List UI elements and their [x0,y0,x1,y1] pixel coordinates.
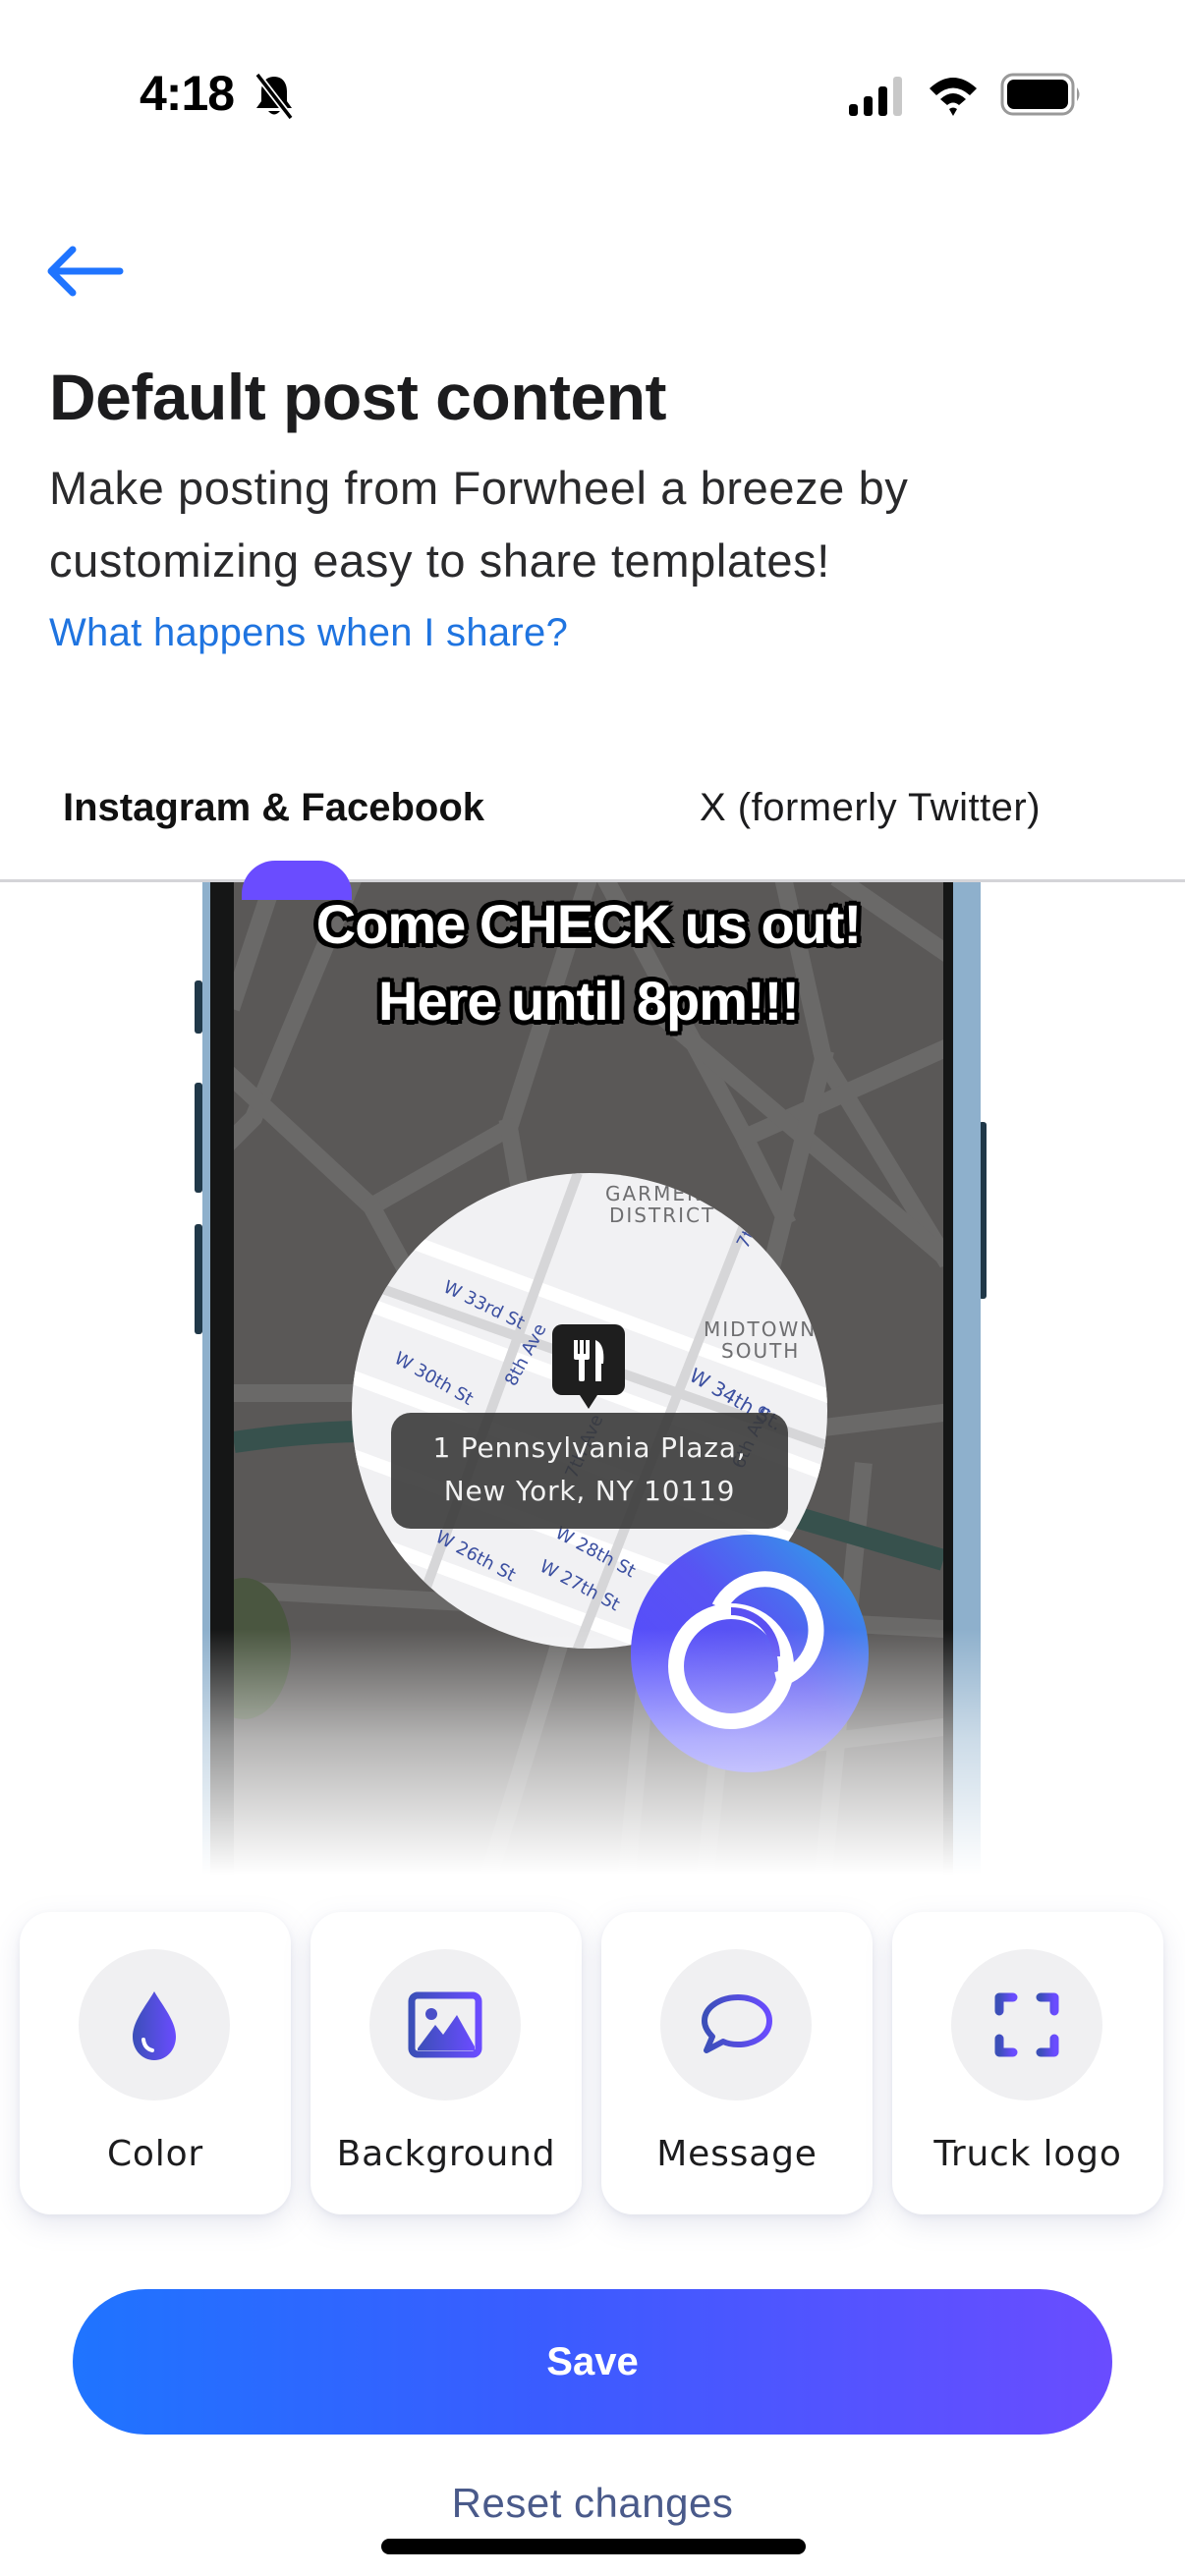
tab-x-twitter[interactable]: X (formerly Twitter) [700,786,1041,830]
home-indicator [381,2539,806,2554]
signal-icon [849,77,902,116]
phone-side-button [195,1083,202,1193]
status-bar: 4:18 [0,0,1185,196]
option-label: Background [336,2134,556,2174]
address-line1: 1 Pennsylvania Plaza, [432,1431,747,1464]
bell-slash-icon [254,73,294,120]
option-message[interactable]: Message [601,1912,873,2214]
reset-changes-button[interactable]: Reset changes [0,2480,1185,2527]
option-color[interactable]: Color [20,1912,291,2214]
page-title: Default post content [49,361,667,433]
district-label: MIDTOWN [704,1317,817,1341]
frame-corners-icon [994,1992,1059,2057]
page-subtitle: Make posting from Forwheel a breeze by c… [49,462,909,587]
option-label: Color [107,2134,203,2174]
option-truck-logo[interactable]: Truck logo [892,1912,1163,2214]
district-label: DISTRICT [609,1204,715,1227]
customize-options: Color Background Message Truck logo [20,1912,1165,2214]
post-message-line2[interactable]: Here until 8pm!!! [234,969,943,1033]
preview-fade [193,1629,987,1875]
option-icon-bg [660,1949,812,2100]
status-time: 4:18 [140,66,235,121]
tab-instagram-facebook[interactable]: Instagram & Facebook [63,786,484,830]
address-line2: New York, NY 10119 [443,1475,736,1507]
option-label: Message [656,2134,818,2174]
option-icon-bg [951,1949,1102,2100]
option-label: Truck logo [933,2134,1122,2174]
battery-icon [1000,73,1080,116]
address-label: 1 Pennsylvania Plaza, New York, NY 10119 [391,1413,788,1529]
option-icon-bg [79,1949,230,2100]
district-label: SOUTH [721,1339,800,1363]
option-icon-bg [369,1949,521,2100]
fork-knife-icon [552,1324,625,1409]
phone-side-button [195,980,202,1034]
platform-tabs: Instagram & Facebook X (formerly Twitter… [0,756,1185,882]
arrow-left-icon [47,246,124,297]
chat-bubble-icon [702,1994,772,2053]
post-preview: Come CHECK us out! Here until 8pm!!! W 3… [193,882,987,1875]
what-happens-link[interactable]: What happens when I share? [49,611,568,655]
active-tab-indicator [242,861,352,900]
district-label: GARMENT [605,1182,717,1205]
back-button[interactable] [43,242,124,301]
option-background[interactable]: Background [310,1912,582,2214]
save-button[interactable]: Save [73,2289,1112,2435]
droplet-icon [133,1991,176,2060]
post-message-line1[interactable]: Come CHECK us out! [234,892,943,956]
phone-side-button [195,1224,202,1334]
wifi-icon [930,78,977,116]
image-icon [408,1991,482,2058]
